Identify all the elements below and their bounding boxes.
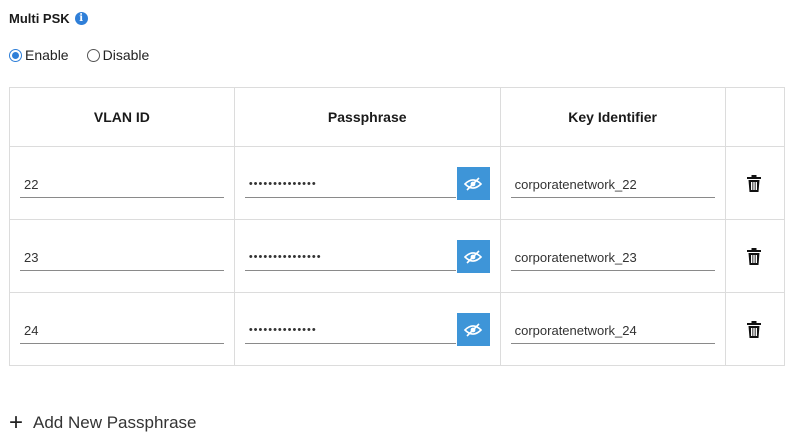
trash-icon	[746, 248, 761, 265]
key-identifier-input[interactable]: corporatenetwork_23	[510, 244, 715, 271]
eye-slash-icon	[464, 176, 483, 191]
section-title-label: Multi PSK	[9, 11, 70, 26]
header-actions	[724, 87, 785, 147]
key-identifier-input[interactable]: corporatenetwork_22	[510, 171, 715, 198]
plus-icon: +	[9, 409, 24, 436]
disable-radio-circle[interactable]	[86, 48, 100, 62]
header-vlan-id: VLAN ID	[9, 87, 235, 147]
multi-psk-title: Multi PSK i	[9, 11, 88, 26]
table-row: 24 •••••••••••••• corporatenetwork_24	[9, 292, 785, 366]
key-identifier-input[interactable]: corporatenetwork_24	[510, 317, 715, 344]
info-icon[interactable]: i	[74, 12, 88, 25]
toggle-visibility-button[interactable]	[456, 240, 490, 273]
eye-slash-icon	[464, 249, 483, 264]
vlan-id-input[interactable]: 23	[20, 244, 224, 271]
toggle-visibility-button[interactable]	[456, 313, 490, 346]
vlan-id-input[interactable]: 24	[20, 317, 224, 344]
add-new-passphrase-label: Add New Passphrase	[33, 413, 197, 432]
enable-radio-label: Enable	[25, 47, 69, 63]
table-row: 23 ••••••••••••••• corporatenetwork_23	[9, 219, 785, 293]
disable-radio[interactable]: Disable	[86, 47, 150, 63]
toggle-visibility-button[interactable]	[456, 167, 490, 200]
add-new-passphrase-button[interactable]: + Add New Passphrase	[9, 409, 197, 436]
trash-icon	[746, 321, 761, 338]
multi-psk-radio-group: Enable Disable	[9, 47, 149, 63]
delete-row-button[interactable]	[746, 248, 761, 270]
eye-slash-icon	[464, 322, 483, 337]
header-key-identifier: Key Identifier	[499, 87, 726, 147]
trash-icon	[746, 175, 761, 192]
table-header-row: VLAN ID Passphrase Key Identifier	[9, 87, 785, 147]
table-row: 22 •••••••••••••• corporatenetwork_22	[9, 146, 785, 220]
delete-row-button[interactable]	[746, 321, 761, 343]
vlan-id-input[interactable]: 22	[20, 171, 224, 198]
passphrase-input[interactable]: ••••••••••••••	[244, 171, 456, 198]
passphrase-table: VLAN ID Passphrase Key Identifier 22 •••…	[9, 87, 785, 366]
enable-radio[interactable]: Enable	[9, 47, 69, 63]
enable-radio-circle[interactable]	[9, 48, 22, 62]
passphrase-input[interactable]: ••••••••••••••	[244, 317, 456, 344]
passphrase-input[interactable]: •••••••••••••••	[244, 244, 456, 271]
disable-radio-label: Disable	[102, 47, 150, 63]
delete-row-button[interactable]	[746, 175, 761, 197]
header-passphrase: Passphrase	[233, 87, 501, 147]
